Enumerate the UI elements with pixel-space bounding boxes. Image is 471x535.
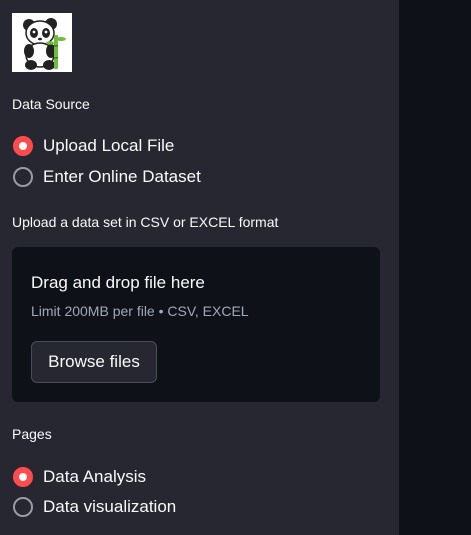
radio-label: Upload Local File: [43, 136, 175, 155]
radio-label: Data Analysis: [43, 467, 146, 486]
dropzone-limit-text: Limit 200MB per file • CSV, EXCEL: [31, 303, 249, 319]
data-source-label: Data Source: [12, 96, 90, 112]
radio-label: Data visualization: [43, 497, 177, 516]
main-content-area: [399, 0, 471, 535]
radio-checked-icon[interactable]: [13, 467, 33, 487]
radio-enter-online-dataset[interactable]: Enter Online Dataset: [13, 166, 201, 188]
app-window: Data Source Upload Local File Enter Onli…: [0, 0, 471, 535]
dropzone-title: Drag and drop file here: [31, 273, 205, 292]
sidebar: Data Source Upload Local File Enter Onli…: [0, 0, 399, 535]
radio-upload-local-file[interactable]: Upload Local File: [13, 135, 174, 157]
file-dropzone[interactable]: Drag and drop file here Limit 200MB per …: [12, 247, 380, 402]
radio-data-visualization[interactable]: Data visualization: [13, 496, 176, 518]
pages-label: Pages: [12, 426, 52, 442]
radio-data-analysis[interactable]: Data Analysis: [13, 466, 146, 488]
uploader-label: Upload a data set in CSV or EXCEL format: [12, 214, 279, 230]
browse-files-button[interactable]: Browse files: [31, 341, 157, 383]
radio-label: Enter Online Dataset: [43, 167, 201, 186]
panda-icon: [12, 13, 72, 72]
radio-unchecked-icon[interactable]: [13, 497, 33, 517]
radio-checked-icon[interactable]: [13, 136, 33, 156]
radio-unchecked-icon[interactable]: [13, 167, 33, 187]
